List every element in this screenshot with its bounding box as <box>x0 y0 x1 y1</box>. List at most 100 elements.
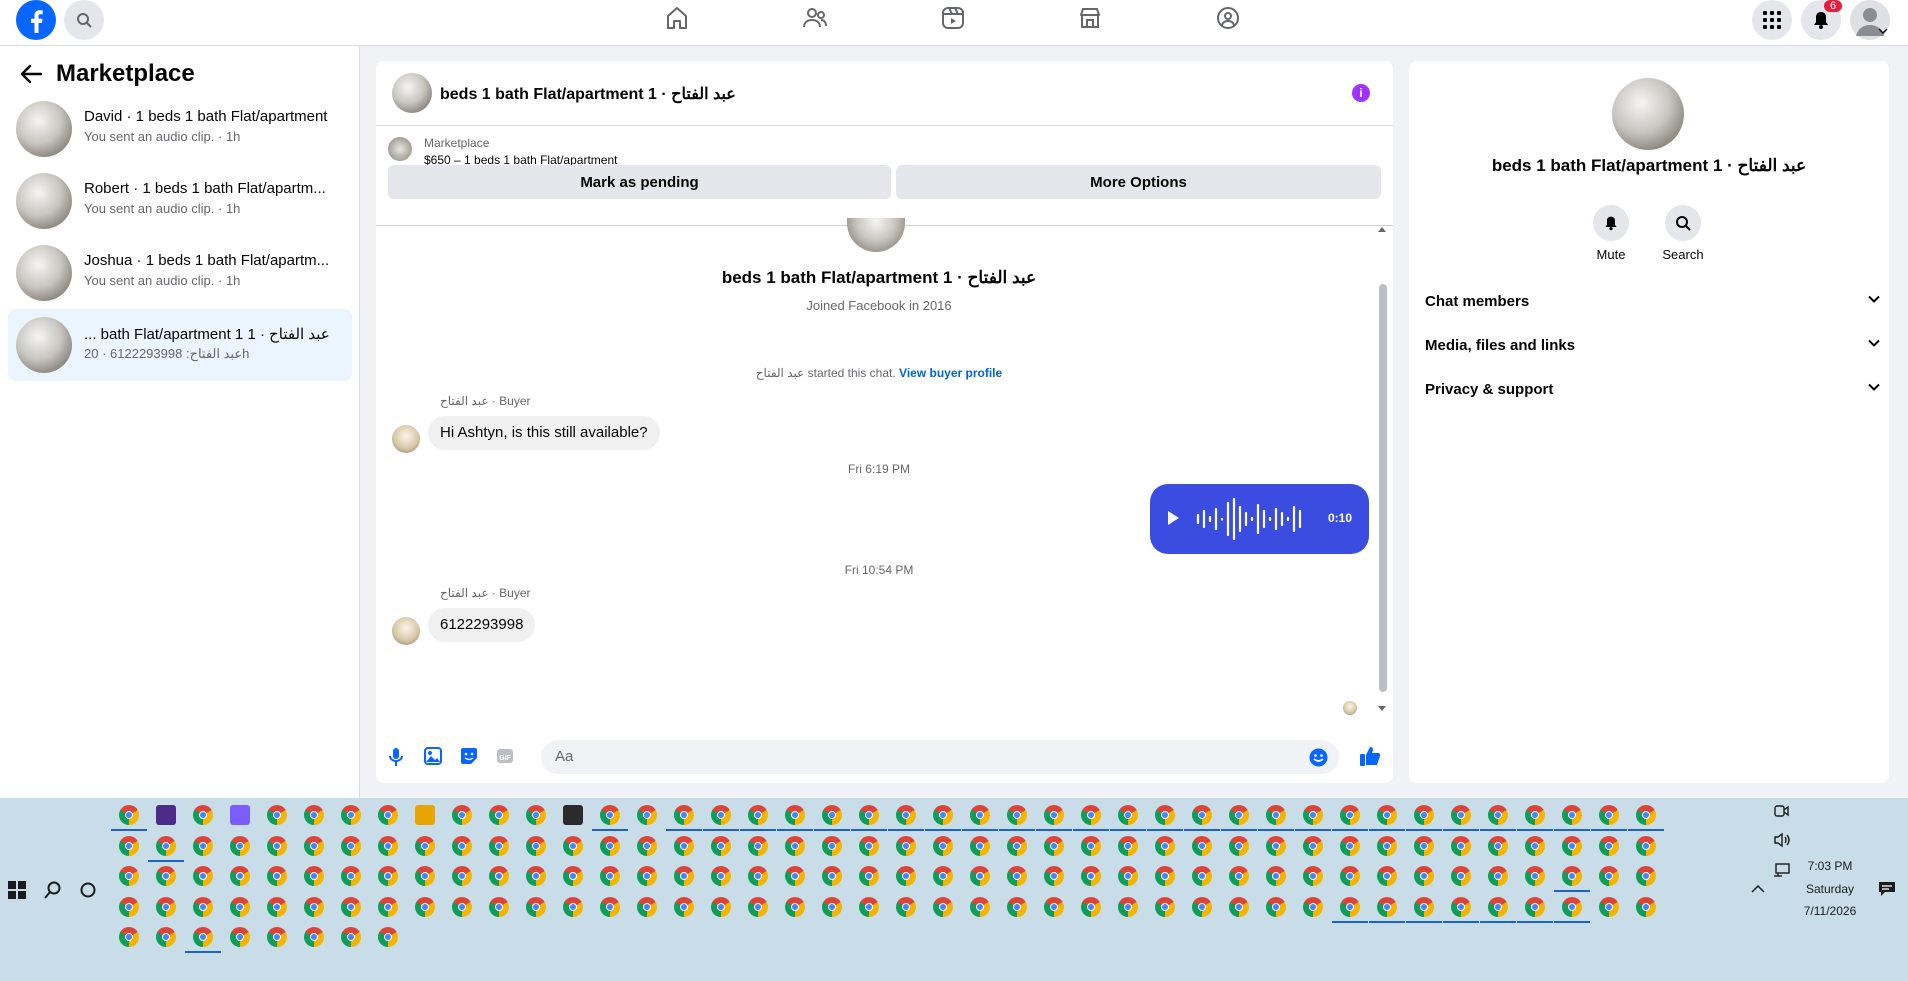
chrome-icon[interactable] <box>230 927 250 947</box>
chrome-icon[interactable] <box>637 836 657 856</box>
chrome-icon[interactable] <box>1155 897 1175 917</box>
chrome-icon[interactable] <box>1599 866 1619 886</box>
taskbar-app-icon[interactable] <box>563 805 583 825</box>
chrome-icon[interactable] <box>600 897 620 917</box>
chrome-icon[interactable] <box>156 836 176 856</box>
nav-friends[interactable] <box>795 2 835 34</box>
chrome-icon[interactable] <box>119 927 139 947</box>
view-buyer-profile-link[interactable]: View buyer profile <box>899 366 1002 380</box>
chrome-icon[interactable] <box>859 897 879 917</box>
chrome-icon[interactable] <box>378 927 398 947</box>
chrome-icon[interactable] <box>1488 836 1508 856</box>
chrome-icon[interactable] <box>1266 805 1286 825</box>
chrome-icon[interactable] <box>1044 836 1064 856</box>
chrome-icon[interactable] <box>193 897 213 917</box>
chrome-icon[interactable] <box>1192 866 1212 886</box>
scroll-down-arrow-icon[interactable] <box>1378 706 1386 712</box>
chrome-icon[interactable] <box>1007 836 1027 856</box>
chrome-icon[interactable] <box>378 805 398 825</box>
chrome-icon[interactable] <box>1340 866 1360 886</box>
more-options-button[interactable]: More Options <box>896 165 1381 199</box>
chrome-icon[interactable] <box>230 866 250 886</box>
chrome-icon[interactable] <box>304 927 324 947</box>
chat-avatar[interactable] <box>392 73 432 113</box>
chrome-icon[interactable] <box>785 897 805 917</box>
chrome-icon[interactable] <box>1007 897 1027 917</box>
chrome-icon[interactable] <box>1451 836 1471 856</box>
conversation-item-selected[interactable]: عبد الفتاح · 1 bath Flat/apartment 1 ...… <box>8 309 352 381</box>
chrome-icon[interactable] <box>748 897 768 917</box>
chrome-icon[interactable] <box>1562 836 1582 856</box>
chrome-icon[interactable] <box>193 866 213 886</box>
chrome-icon[interactable] <box>1229 866 1249 886</box>
chrome-icon[interactable] <box>1636 897 1656 917</box>
chrome-icon[interactable] <box>1488 805 1508 825</box>
chrome-icon[interactable] <box>600 805 620 825</box>
chrome-icon[interactable] <box>1488 866 1508 886</box>
conversation-item[interactable]: Robert · 1 beds 1 bath Flat/apartm... Yo… <box>8 166 352 236</box>
chrome-icon[interactable] <box>674 836 694 856</box>
message-input[interactable]: Aa <box>541 740 1339 774</box>
chrome-icon[interactable] <box>1081 897 1101 917</box>
chrome-icon[interactable] <box>748 805 768 825</box>
chrome-icon[interactable] <box>415 897 435 917</box>
conversation-item[interactable]: Joshua · 1 beds 1 bath Flat/apartm... Yo… <box>8 238 352 308</box>
chrome-icon[interactable] <box>1340 836 1360 856</box>
chrome-icon[interactable] <box>1303 866 1323 886</box>
chrome-icon[interactable] <box>563 897 583 917</box>
chat-title[interactable]: عبد الفتاح · 1 beds 1 bath Flat/apartmen… <box>440 84 736 104</box>
chrome-icon[interactable] <box>267 836 287 856</box>
chrome-icon[interactable] <box>896 805 916 825</box>
chrome-icon[interactable] <box>489 805 509 825</box>
chrome-icon[interactable] <box>452 836 472 856</box>
chrome-icon[interactable] <box>600 836 620 856</box>
chrome-icon[interactable] <box>1303 805 1323 825</box>
chrome-icon[interactable] <box>1562 805 1582 825</box>
chrome-icon[interactable] <box>970 866 990 886</box>
chrome-icon[interactable] <box>489 866 509 886</box>
windows-start-icon[interactable] <box>8 881 26 899</box>
media-files-links-section[interactable]: Media, files and links <box>1425 329 1880 365</box>
chrome-icon[interactable] <box>304 805 324 825</box>
chrome-icon[interactable] <box>341 866 361 886</box>
chrome-icon[interactable] <box>489 836 509 856</box>
search-in-conversation-button[interactable] <box>1665 205 1701 241</box>
chrome-icon[interactable] <box>933 897 953 917</box>
audio-message[interactable]: 0:10 <box>1150 484 1369 554</box>
chrome-icon[interactable] <box>1118 866 1138 886</box>
chrome-icon[interactable] <box>156 897 176 917</box>
scrollbar-thumb[interactable] <box>1379 284 1387 692</box>
chrome-icon[interactable] <box>341 805 361 825</box>
chrome-icon[interactable] <box>378 866 398 886</box>
chrome-icon[interactable] <box>526 836 546 856</box>
volume-icon[interactable] <box>1773 832 1791 848</box>
chrome-icon[interactable] <box>1044 866 1064 886</box>
network-icon[interactable] <box>1773 862 1791 878</box>
menu-button[interactable] <box>1752 0 1792 40</box>
chrome-icon[interactable] <box>230 836 250 856</box>
chrome-icon[interactable] <box>1340 897 1360 917</box>
gif-icon[interactable]: GIF <box>496 747 514 765</box>
chrome-icon[interactable] <box>1525 866 1545 886</box>
chrome-icon[interactable] <box>674 866 694 886</box>
mute-button[interactable] <box>1593 205 1629 241</box>
chrome-icon[interactable] <box>489 897 509 917</box>
chrome-icon[interactable] <box>1636 866 1656 886</box>
chevron-down-icon[interactable] <box>1878 27 1888 35</box>
chrome-icon[interactable] <box>1007 866 1027 886</box>
chrome-icon[interactable] <box>1599 897 1619 917</box>
chrome-icon[interactable] <box>526 805 546 825</box>
taskbar-app-icon[interactable] <box>156 805 176 825</box>
chrome-icon[interactable] <box>1562 866 1582 886</box>
microphone-icon[interactable] <box>388 747 404 767</box>
chrome-icon[interactable] <box>1266 866 1286 886</box>
chrome-icon[interactable] <box>1192 836 1212 856</box>
taskbar-app-icon[interactable] <box>415 805 435 825</box>
chrome-icon[interactable] <box>156 866 176 886</box>
chrome-icon[interactable] <box>970 836 990 856</box>
chrome-icon[interactable] <box>1081 805 1101 825</box>
chrome-icon[interactable] <box>1155 836 1175 856</box>
chrome-icon[interactable] <box>1118 836 1138 856</box>
chrome-icon[interactable] <box>1118 897 1138 917</box>
chrome-icon[interactable] <box>1451 866 1471 886</box>
